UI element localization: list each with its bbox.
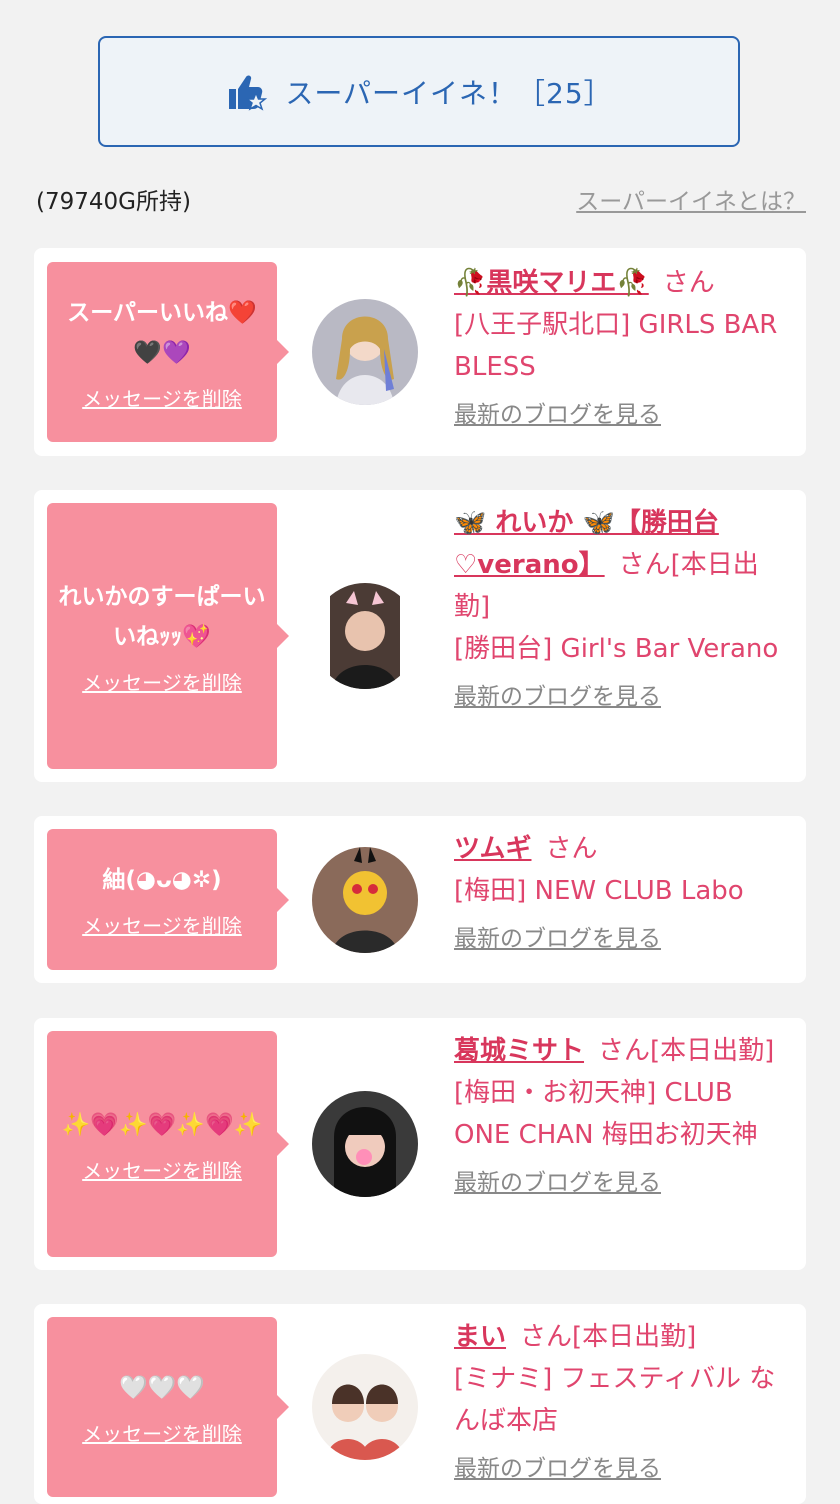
profile-info: 🦋 れいか 🦋【勝田台♡verano】 さん[本日出勤] [勝田台] Girl's…	[454, 502, 794, 718]
shop-name: [梅田] NEW CLUB Labo	[454, 876, 744, 906]
latest-blog-link[interactable]: 最新のブログを見る	[454, 394, 794, 436]
profile-info: 🥀黒咲マリエ🥀 さん [八王子駅北口] GIRLS BAR BLESS 最新のブロ…	[454, 262, 794, 436]
cast-name-link[interactable]: まい	[454, 1322, 506, 1352]
message-bubble: ✨💗✨💗✨💗✨ メッセージを削除	[47, 1031, 289, 1257]
honorific: さん	[545, 834, 598, 864]
latest-blog-link[interactable]: 最新のブログを見る	[454, 1448, 794, 1490]
working-today-status: [本日出勤]	[650, 1036, 775, 1066]
avatar[interactable]	[312, 1354, 418, 1460]
delete-message-link[interactable]: メッセージを削除	[82, 383, 242, 412]
latest-blog-link[interactable]: 最新のブログを見る	[454, 676, 794, 718]
working-today-status: [本日出勤]	[572, 1322, 697, 1352]
latest-blog-link[interactable]: 最新のブログを見る	[454, 918, 794, 960]
message-bubble: スーパーいいね❤️🖤💜 メッセージを削除	[47, 262, 289, 442]
cast-name-link[interactable]: 🥀黒咲マリエ🥀	[454, 268, 649, 298]
message-bubble: 🤍🤍🤍 メッセージを削除	[47, 1317, 289, 1497]
about-super-like-link[interactable]: スーパーイイネとは？	[576, 182, 806, 216]
honorific: さん	[618, 550, 671, 580]
honorific: さん	[598, 1036, 651, 1066]
cast-name-link[interactable]: 葛城ミサト	[454, 1036, 584, 1066]
shop-name: [梅田・お初天神] CLUB ONE CHAN 梅田お初天神	[454, 1078, 758, 1150]
list-item: スーパーいいね❤️🖤💜 メッセージを削除 🥀黒咲マリエ🥀 さん [八王子駅北口] …	[34, 248, 806, 456]
shop-name: [八王子駅北口] GIRLS BAR BLESS	[454, 310, 778, 382]
list-item: ✨💗✨💗✨💗✨ メッセージを削除 葛城ミサト さん[本日出勤] [梅田・お初天神]…	[34, 1018, 806, 1270]
list-item: 🤍🤍🤍 メッセージを削除 まい さん[本日出勤] [ミナミ] フェスティバル なん…	[34, 1304, 806, 1504]
profile-info: ツムギ さん [梅田] NEW CLUB Labo 最新のブログを見る	[454, 828, 794, 960]
avatar[interactable]	[312, 1091, 418, 1197]
list-item: れいかのすーぱーいいねｯｯ💖 メッセージを削除 🦋 れいか 🦋【勝田台♡vera…	[34, 490, 806, 782]
super-like-button[interactable]: スーパーイイネ！［25］	[98, 36, 740, 147]
message-text: スーパーいいね❤️🖤💜	[67, 299, 257, 366]
message-bubble: れいかのすーぱーいいねｯｯ💖 メッセージを削除	[47, 503, 289, 769]
shop-name: [勝田台] Girl's Bar Verano	[454, 634, 779, 664]
avatar[interactable]	[312, 847, 418, 953]
message-text: 🤍🤍🤍	[119, 1374, 205, 1401]
points-balance: (79740G所持)	[36, 189, 191, 215]
message-bubble: 紬(◕ᴗ◕✲) メッセージを削除	[47, 829, 289, 970]
message-text: ✨💗✨💗✨💗✨	[61, 1111, 263, 1138]
honorific: さん	[662, 268, 715, 298]
delete-message-link[interactable]: メッセージを削除	[82, 667, 242, 696]
latest-blog-link[interactable]: 最新のブログを見る	[454, 1162, 794, 1204]
avatar[interactable]	[312, 299, 418, 405]
message-text: 紬(◕ᴗ◕✲)	[102, 867, 222, 893]
super-like-label: スーパーイイネ！［25］	[285, 76, 613, 110]
avatar[interactable]	[312, 583, 418, 689]
shop-name: [ミナミ] フェスティバル なんば本店	[454, 1364, 776, 1436]
list-item: 紬(◕ᴗ◕✲) メッセージを削除 ツムギ さん [梅田] NEW CLUB Lab…	[34, 816, 806, 983]
honorific: さん	[520, 1322, 573, 1352]
delete-message-link[interactable]: メッセージを削除	[82, 1155, 242, 1184]
message-text: れいかのすーぱーいいねｯｯ💖	[58, 583, 266, 650]
profile-info: まい さん[本日出勤] [ミナミ] フェスティバル なんば本店 最新のブログを見る	[454, 1316, 794, 1490]
thumbs-up-star-icon	[225, 71, 268, 113]
cast-name-link[interactable]: ツムギ	[454, 834, 531, 864]
profile-info: 葛城ミサト さん[本日出勤] [梅田・お初天神] CLUB ONE CHAN 梅田…	[454, 1030, 794, 1204]
delete-message-link[interactable]: メッセージを削除	[82, 910, 242, 939]
delete-message-link[interactable]: メッセージを削除	[82, 1418, 242, 1447]
